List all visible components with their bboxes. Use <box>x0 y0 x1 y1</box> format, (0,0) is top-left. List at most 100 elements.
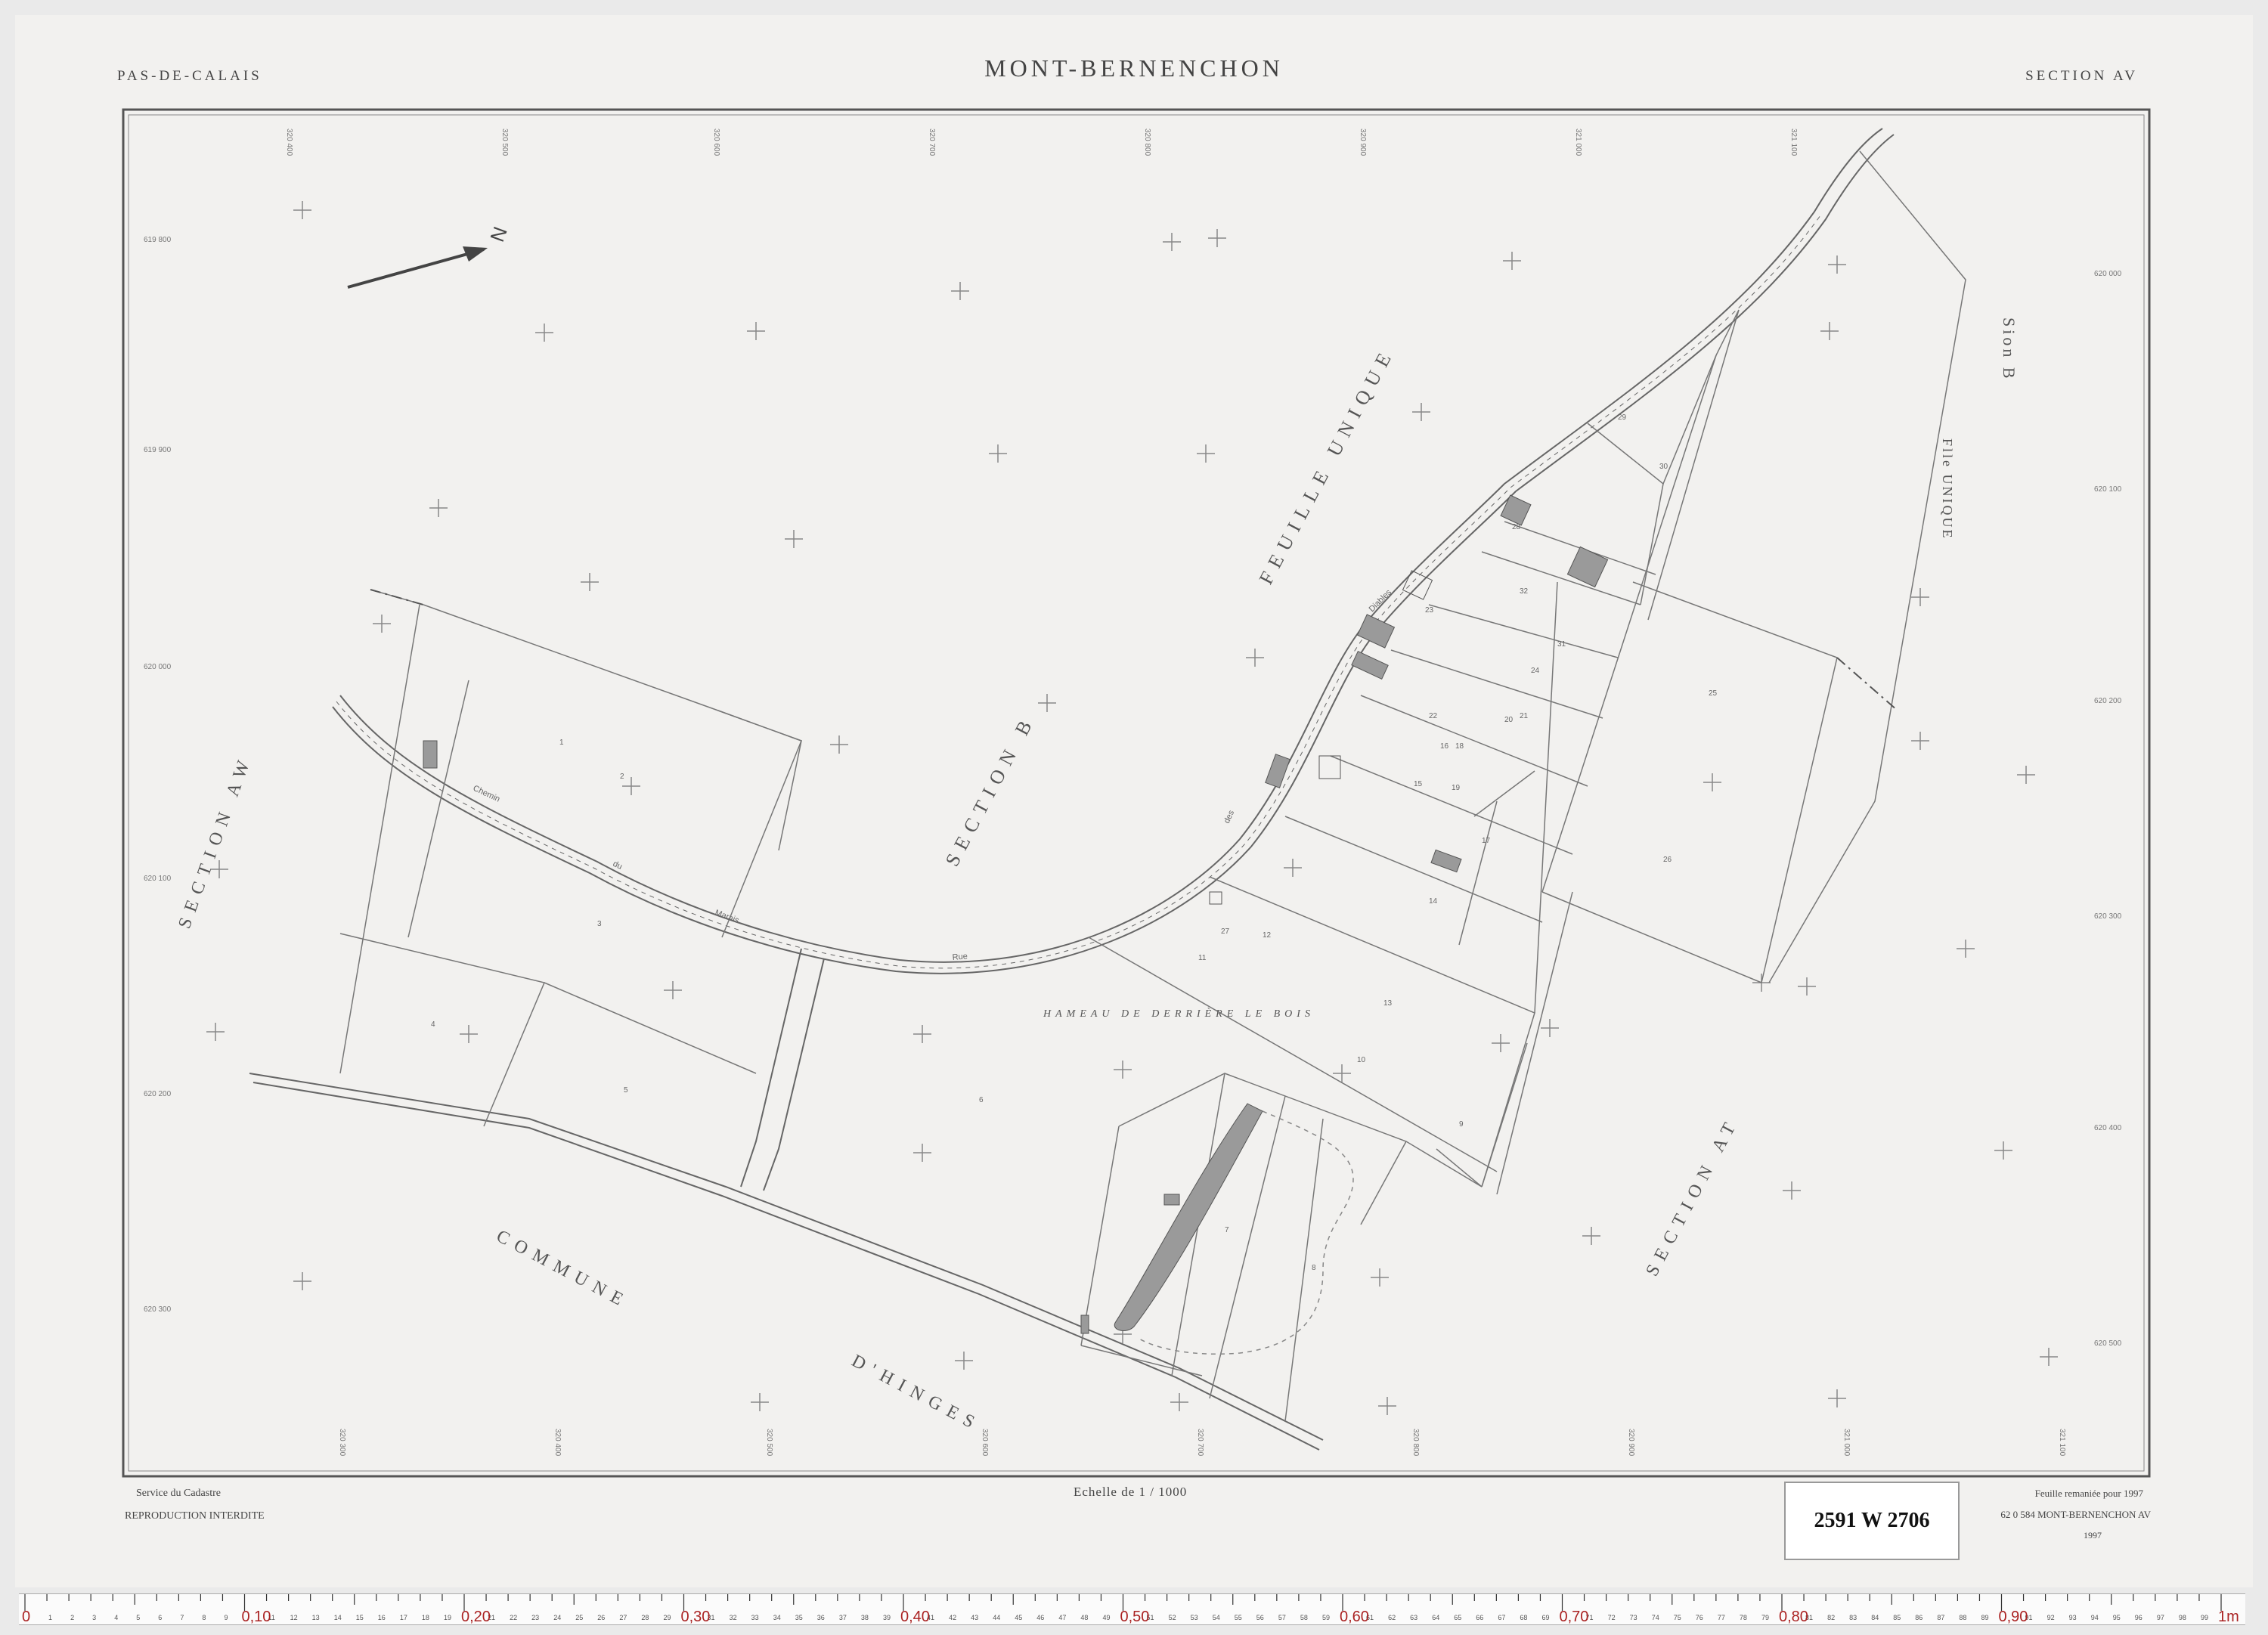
ruler-minor-label: 37 <box>839 1614 847 1621</box>
parcel-number: 28 <box>1512 523 1521 531</box>
coord-label-left: 619 800 <box>144 236 172 244</box>
ruler-minor-label: 92 <box>2047 1614 2055 1621</box>
north-label: N <box>485 224 512 245</box>
coord-label-left: 619 900 <box>144 446 172 454</box>
ruler-minor-label: 12 <box>290 1614 298 1621</box>
ruler-major-label: 0,80 <box>1779 1609 1808 1624</box>
parcel-number: 15 <box>1414 780 1423 788</box>
ruler-minor-label: 25 <box>575 1614 583 1621</box>
ruler-minor-label: 42 <box>949 1614 956 1621</box>
ruler-minor-label: 52 <box>1169 1614 1176 1621</box>
parcel-number: 18 <box>1455 742 1464 751</box>
road-label-diables: Diables <box>1368 587 1394 614</box>
ruler-minor-label: 95 <box>2113 1614 2121 1621</box>
road-label-rue: Rue <box>952 952 968 962</box>
coord-label-right: 620 200 <box>2094 697 2122 705</box>
ruler-minor-label: 19 <box>444 1614 451 1621</box>
ruler-minor-label: 68 <box>1520 1614 1527 1621</box>
ruler-minor-label: 35 <box>795 1614 803 1621</box>
ruler-minor-label: 7 <box>180 1614 184 1621</box>
coord-label-left: 620 100 <box>144 875 172 883</box>
ruler-minor-label: 89 <box>1981 1614 1988 1621</box>
ruler-minor-label: 73 <box>1630 1614 1637 1621</box>
ruler-minor-label: 58 <box>1300 1614 1308 1621</box>
section-labels: SECTION B FEUILLE UNIQUE SECTION AW SECT… <box>175 317 2019 1435</box>
ruler-ticks: 1 2 3 4 5 6 7 8 9 11 12 13 14 15 16 17 18 19 21 22 23 24 25 26 2… <box>22 1594 2239 1625</box>
ruler-minor-label: 94 <box>2091 1614 2099 1621</box>
coord-label-left: 620 200 <box>144 1090 172 1098</box>
ruler-minor-label: 39 <box>883 1614 891 1621</box>
ruler-minor-label: 6 <box>158 1614 162 1621</box>
parcel-number: 20 <box>1504 716 1514 724</box>
coord-label-bottom: 320 500 <box>765 1429 773 1457</box>
ruler-minor-label: 72 <box>1608 1614 1616 1621</box>
ruler-major-label: 0,40 <box>900 1609 930 1624</box>
parcel-number: 1 <box>559 739 564 747</box>
ruler-minor-label: 32 <box>730 1614 737 1621</box>
ruler-minor-label: 49 <box>1102 1614 1110 1621</box>
ruler-minor-label: 99 <box>2201 1614 2208 1621</box>
coordinate-labels: 320 400 320 500 320 600 320 700 320 800 320 9… <box>144 129 2122 1457</box>
ruler-minor-label: 8 <box>202 1614 206 1621</box>
coord-label-top: 320 400 <box>285 129 293 156</box>
ruler-minor-label: 98 <box>2179 1614 2186 1621</box>
ruler-minor-label: 62 <box>1388 1614 1396 1621</box>
coord-label-right: 620 400 <box>2094 1124 2122 1132</box>
coord-label-top: 320 700 <box>928 129 936 156</box>
ruler-minor-label: 5 <box>136 1614 140 1621</box>
coord-label-bottom: 320 300 <box>338 1429 346 1457</box>
ruler-minor-label: 56 <box>1256 1614 1264 1621</box>
parcel-number: 26 <box>1663 856 1672 864</box>
label-feuille-unique: FEUILLE UNIQUE <box>1255 343 1399 588</box>
parcel-number: 5 <box>624 1086 628 1095</box>
coord-label-bottom: 321 000 <box>1842 1429 1851 1457</box>
ruler-minor-label: 86 <box>1915 1614 1923 1621</box>
ruler-minor-label: 45 <box>1015 1614 1022 1621</box>
parcel-boundaries <box>339 150 1966 1422</box>
coord-label-bottom: 321 100 <box>2058 1429 2066 1457</box>
parcel-number: 16 <box>1440 742 1449 751</box>
map-frame-inner <box>128 114 2145 1472</box>
label-section-aw: SECTION AW <box>175 751 256 931</box>
parcel-number: 9 <box>1459 1120 1464 1129</box>
ruler-minor-label: 55 <box>1235 1614 1242 1621</box>
ruler-minor-label: 15 <box>356 1614 364 1621</box>
ruler-minor-label: 2 <box>70 1614 74 1621</box>
footer-scale: Echelle de 1 / 1000 <box>1074 1485 1188 1499</box>
coord-label-bottom: 320 700 <box>1196 1429 1204 1457</box>
parcel-number: 27 <box>1221 927 1230 936</box>
coord-label-top: 320 500 <box>500 129 509 156</box>
buildings <box>423 494 1609 1334</box>
ruler-minor-label: 79 <box>1761 1614 1769 1621</box>
label-section-b: SECTION B <box>941 711 1040 870</box>
parcel-number: 8 <box>1312 1264 1316 1272</box>
ruler-minor-label: 77 <box>1718 1614 1725 1621</box>
ruler-minor-label: 59 <box>1322 1614 1330 1621</box>
parcel-number: 17 <box>1482 837 1491 845</box>
parcel-number: 23 <box>1425 606 1434 615</box>
ruler-major-label: 0,50 <box>1120 1609 1150 1624</box>
coord-label-bottom: 320 600 <box>981 1429 989 1457</box>
ruler-minor-label: 65 <box>1454 1614 1461 1621</box>
ruler-minor-label: 69 <box>1541 1614 1549 1621</box>
footer-reference: 62 0 584 MONT-BERNENCHON AV <box>2000 1509 2151 1520</box>
north-arrow: N <box>347 224 512 289</box>
ruler-major-label: 0,90 <box>1999 1609 2028 1624</box>
coord-label-bottom: 320 400 <box>553 1429 562 1457</box>
ruler-minor-label: 13 <box>312 1614 320 1621</box>
ruler-minor-label: 74 <box>1652 1614 1659 1621</box>
ruler-minor-label: 67 <box>1498 1614 1505 1621</box>
footer-service: Service du Cadastre <box>136 1488 221 1499</box>
ruler-minor-label: 96 <box>2135 1614 2143 1621</box>
ruler-minor-label: 24 <box>553 1614 561 1621</box>
ruler-minor-label: 75 <box>1674 1614 1681 1621</box>
coord-label-left: 620 000 <box>144 663 172 671</box>
ruler-minor-label: 93 <box>2069 1614 2077 1621</box>
ruler-minor-label: 85 <box>1893 1614 1901 1621</box>
pond <box>1114 1103 1354 1355</box>
coord-label-right: 620 100 <box>2094 485 2122 494</box>
ruler-minor-label: 43 <box>971 1614 978 1621</box>
ruler-minor-label: 83 <box>1849 1614 1857 1621</box>
coord-label-bottom: 320 800 <box>1411 1429 1420 1457</box>
ruler-minor-label: 64 <box>1432 1614 1439 1621</box>
